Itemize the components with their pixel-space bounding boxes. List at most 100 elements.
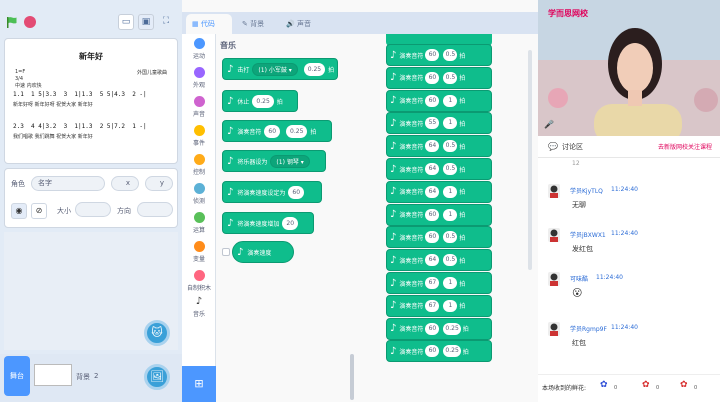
note-input[interactable]: 67 — [425, 277, 440, 289]
instrument-dropdown[interactable]: (1) 钢琴 ▾ — [270, 154, 310, 168]
note-input[interactable]: 64 — [425, 185, 440, 198]
beats-input[interactable]: 0.25 — [286, 124, 308, 138]
block-tempo-reporter[interactable]: ♪ 演奏速度 — [232, 241, 294, 263]
note-input[interactable]: 60 — [425, 49, 440, 61]
beats-input[interactable]: 1 — [443, 299, 458, 312]
beats-input[interactable]: 1 — [443, 117, 458, 130]
block-text: 拍 — [459, 120, 466, 128]
play-note-block[interactable]: ♪ 演奏音符 60 0.25 拍 — [386, 317, 492, 340]
block-set-tempo[interactable]: ♪ 将演奏速度设定为 60 — [222, 181, 322, 203]
play-note-block[interactable]: ♪ 演奏音符 60 1 拍 — [386, 203, 492, 226]
note-input[interactable]: 67 — [425, 299, 440, 312]
category-item[interactable]: 变量 — [182, 241, 216, 263]
play-note-block[interactable]: ♪ 演奏音符 60 1 拍 — [386, 89, 492, 112]
note-input[interactable]: 64 — [425, 254, 440, 267]
large-stage-icon[interactable]: ▣ — [138, 14, 154, 30]
tempo-input[interactable]: 60 — [288, 185, 305, 199]
play-note-block[interactable]: ♪ 演奏音符 55 1 拍 — [386, 112, 492, 135]
beats-input[interactable]: 0.5 — [443, 140, 458, 153]
category-item[interactable]: 运动 — [182, 38, 216, 60]
follow-course-link[interactable]: 去新版网校关注课程 — [658, 142, 712, 151]
note-input[interactable]: 60 — [425, 322, 440, 335]
category-item[interactable]: 外观 — [182, 67, 216, 89]
palette-scrollbar[interactable] — [350, 354, 354, 400]
beats-input[interactable]: 1 — [443, 208, 458, 221]
category-item[interactable]: 控制 — [182, 154, 216, 176]
blue-flower-icon[interactable]: ✿ — [600, 380, 608, 390]
beats-input[interactable]: 0.5 — [443, 231, 458, 244]
tempo-monitor-checkbox[interactable] — [222, 248, 230, 256]
add-extension-icon[interactable]: ⊞ — [182, 366, 216, 402]
beats-input[interactable]: 1 — [443, 94, 458, 107]
beats-input[interactable]: 0.5 — [443, 49, 458, 61]
chat-user-name: 学员jBXWX1 — [570, 232, 606, 239]
drum-dropdown[interactable]: (1) 小军鼓 ▾ — [252, 62, 298, 76]
stage-tab[interactable]: 舞台 — [4, 356, 30, 396]
block-change-tempo[interactable]: ♪ 将演奏速度增加 20 — [222, 212, 314, 234]
score-row: 2.3 4 4|3.2 3 1|1.3 2 5|7.2 1 -| — [13, 123, 147, 130]
workspace-scrollbar[interactable] — [528, 50, 532, 270]
beats-input[interactable]: 1 — [443, 277, 458, 289]
add-sprite-cat-icon[interactable]: 🐱 — [144, 320, 170, 346]
play-note-block[interactable]: ♪ 演奏音符 64 1 拍 — [386, 180, 492, 203]
beats-input[interactable]: 0.5 — [443, 254, 458, 267]
beats-input[interactable]: 0.25 — [443, 322, 461, 335]
block-set-instrument[interactable]: ♪ 将乐器设为 (1) 钢琴 ▾ — [222, 150, 326, 172]
note-input[interactable]: 55 — [425, 117, 440, 130]
direction-field[interactable] — [137, 202, 173, 217]
beats-input[interactable]: 0.25 — [443, 345, 461, 358]
sprite-name-field[interactable]: 名字 — [31, 176, 105, 191]
green-flag-icon[interactable] — [6, 16, 18, 28]
category-item[interactable]: 自制积木 — [182, 270, 216, 292]
note-input[interactable]: 60 — [264, 124, 281, 138]
category-item[interactable]: ♪ 音乐 — [182, 296, 216, 318]
show-sprite-eye-icon[interactable]: ◉ — [11, 203, 27, 219]
chat-message-list[interactable]: 12 学员KjyTLQ 11:24:40 无聊 学员jBXWX1 11:24:4… — [538, 158, 720, 374]
stage-canvas[interactable]: 新年好 1=F 3/4 中速 内欢快 外国儿童歌曲 1.1 1 5|3.3 3 … — [4, 38, 178, 164]
stop-icon[interactable] — [24, 16, 36, 28]
fullscreen-icon[interactable]: ⛶ — [158, 14, 174, 30]
note-input[interactable]: 60 — [425, 94, 440, 107]
note-input[interactable]: 60 — [425, 345, 440, 358]
beats-input[interactable]: 0.25 — [252, 94, 274, 108]
play-note-block[interactable]: ♪ 演奏音符 64 0.5 拍 — [386, 249, 492, 272]
beats-input[interactable]: 0.5 — [443, 71, 458, 84]
block-play-note[interactable]: ♪ 演奏音符 60 0.25 拍 — [222, 120, 332, 142]
category-item[interactable]: 事件 — [182, 125, 216, 147]
beats-input[interactable]: 0.25 — [303, 62, 326, 76]
category-item[interactable]: 侦测 — [182, 183, 216, 205]
play-note-block[interactable]: ♪ 演奏音符 60 0.5 拍 — [386, 66, 492, 89]
note-input[interactable]: 60 — [425, 71, 440, 84]
category-item[interactable]: 运算 — [182, 212, 216, 234]
note-input[interactable]: 64 — [425, 163, 440, 175]
backdrop-thumbnail[interactable] — [34, 364, 72, 386]
play-note-block[interactable]: ♪ 演奏音符 64 0.5 拍 — [386, 158, 492, 180]
beats-input[interactable]: 1 — [443, 185, 458, 198]
red-flower-icon[interactable]: ✿ — [642, 380, 650, 390]
tab-code[interactable]: ▦ 代码 — [186, 14, 232, 34]
rose-icon[interactable]: ✿ — [680, 380, 688, 390]
y-field[interactable]: y — [145, 176, 173, 191]
category-item[interactable]: 声音 — [182, 96, 216, 118]
play-note-block[interactable]: ♪ 演奏音符 60 0.25 拍 — [386, 340, 492, 363]
note-input[interactable]: 60 — [425, 231, 440, 244]
note-input[interactable]: 64 — [425, 140, 440, 153]
tab-backdrops[interactable]: ✎ 背景 — [236, 14, 276, 34]
tab-sounds[interactable]: 🔊 声音 — [280, 14, 320, 34]
note-input[interactable]: 60 — [425, 208, 440, 221]
size-field[interactable] — [75, 202, 111, 217]
block-rest[interactable]: ♪ 休止 0.25 拍 — [222, 90, 298, 112]
music-note-icon: ♪ — [390, 345, 397, 357]
play-note-block[interactable]: ♪ 演奏音符 60 0.5 拍 — [386, 44, 492, 66]
block-play-drum[interactable]: ♪ 击打 (1) 小军鼓 ▾ 0.25 拍 — [222, 58, 338, 80]
beats-input[interactable]: 0.5 — [443, 163, 458, 175]
tempo-change-input[interactable]: 20 — [282, 216, 299, 230]
play-note-block[interactable]: ♪ 演奏音符 67 1 拍 — [386, 294, 492, 317]
play-note-block[interactable]: ♪ 演奏音符 60 0.5 拍 — [386, 226, 492, 249]
x-field[interactable]: x — [111, 176, 139, 191]
hide-sprite-eye-off-icon[interactable]: ⊘ — [31, 203, 47, 219]
play-note-block[interactable]: ♪ 演奏音符 64 0.5 拍 — [386, 135, 492, 158]
add-backdrop-icon[interactable]: 🖼 — [144, 364, 170, 390]
small-stage-icon[interactable]: ▭ — [118, 14, 134, 30]
play-note-block[interactable]: ♪ 演奏音符 67 1 拍 — [386, 272, 492, 294]
